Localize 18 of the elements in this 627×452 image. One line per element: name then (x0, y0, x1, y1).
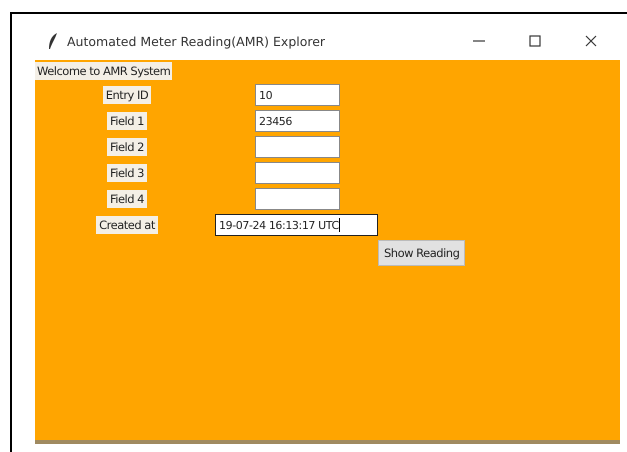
input-field[interactable] (255, 162, 340, 184)
input-field[interactable] (255, 188, 340, 210)
feather-icon (47, 32, 59, 50)
field-label: Field 2 (106, 138, 147, 156)
field-label: Field 4 (106, 190, 147, 208)
close-icon[interactable] (584, 34, 598, 48)
input-field[interactable]: 10 (255, 84, 340, 106)
input-field[interactable] (255, 136, 340, 158)
maximize-icon[interactable] (528, 34, 542, 48)
field-label: Created at (96, 216, 158, 234)
window-title: Automated Meter Reading(AMR) Explorer (67, 34, 326, 48)
welcome-label: Welcome to AMR System (35, 62, 172, 80)
input-field[interactable]: 19-07-24 16:13:17 UTC (215, 214, 378, 236)
field-label: Field 3 (106, 164, 147, 182)
show-reading-button[interactable]: Show Reading (378, 240, 466, 266)
field-label: Entry ID (102, 86, 152, 104)
input-field[interactable]: 23456 (255, 110, 340, 132)
field-label: Field 1 (106, 112, 147, 130)
